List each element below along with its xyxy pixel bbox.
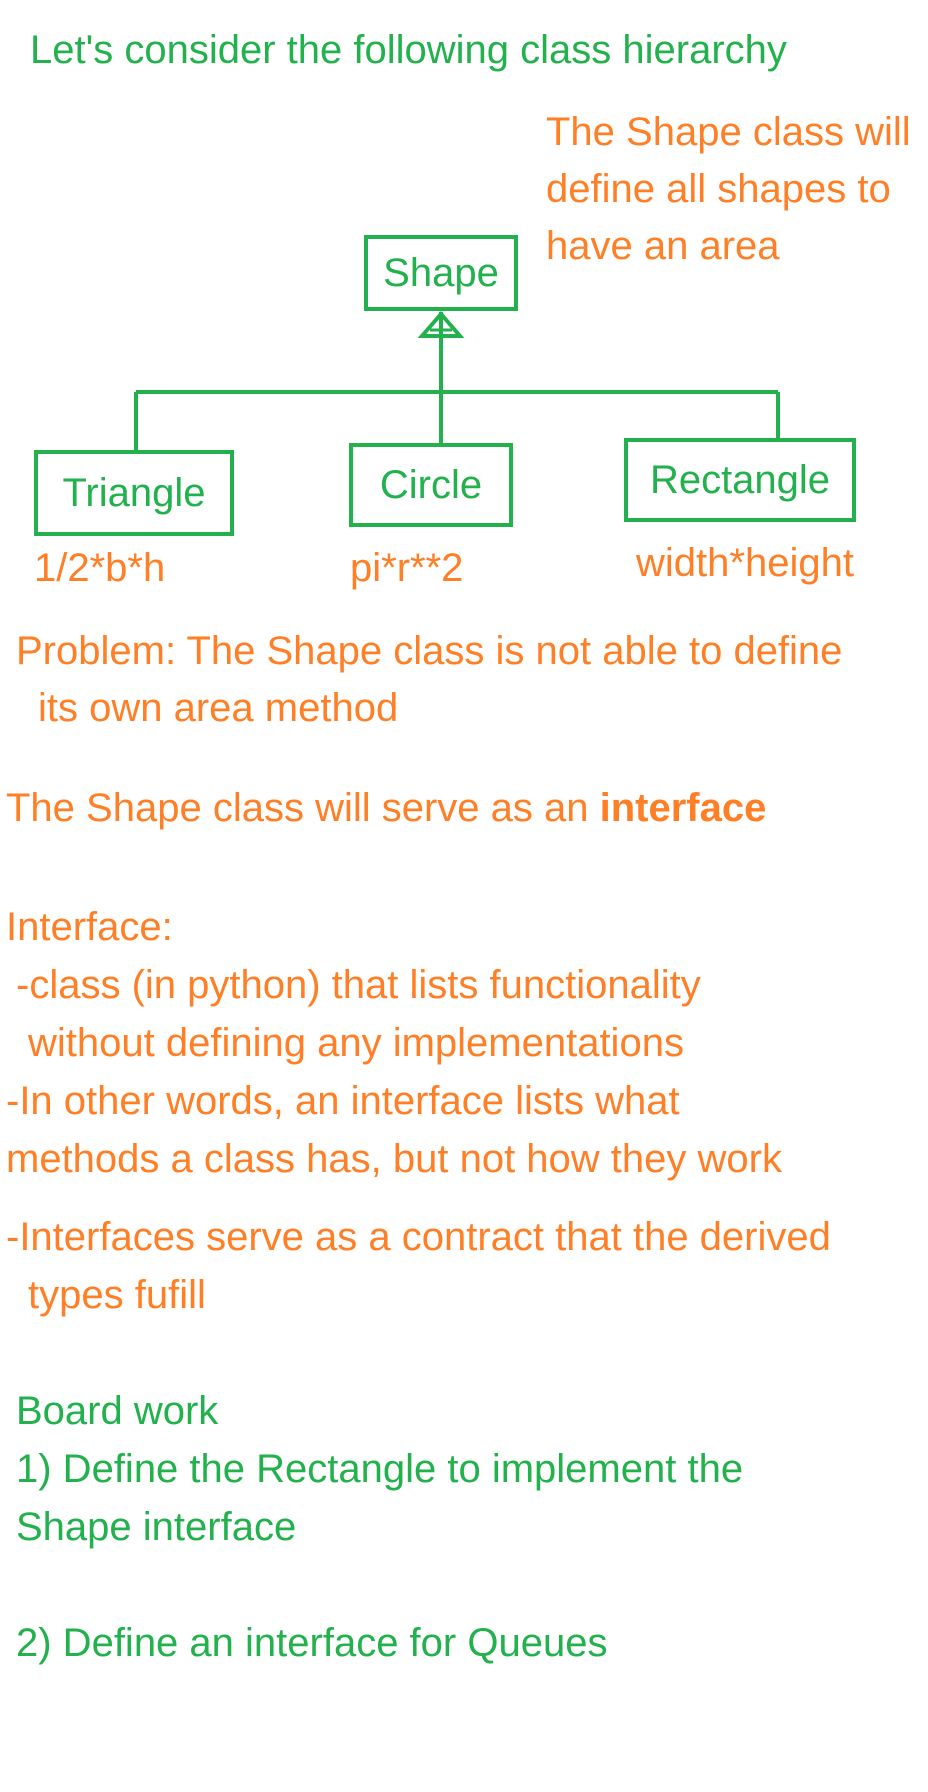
interface-title: Interface: xyxy=(6,905,173,949)
interface-line-5: -Interfaces serve as a contract that the… xyxy=(6,1215,831,1259)
interface-line-3: -In other words, an interface lists what xyxy=(6,1079,680,1123)
problem-line-1: Problem: The Shape class is not able to … xyxy=(16,629,843,673)
board-work-title: Board work xyxy=(16,1389,219,1433)
board-work-item-2: 2) Define an interface for Queues xyxy=(16,1621,608,1665)
interface-line-1: -class (in python) that lists functional… xyxy=(16,963,701,1007)
rectangle-formula: width*height xyxy=(636,541,854,585)
interface-keyword: interface xyxy=(599,786,767,830)
triangle-formula: 1/2*b*h xyxy=(34,546,166,590)
problem-line-2: its own area method xyxy=(38,686,399,730)
interface-line-6: types fufill xyxy=(28,1273,206,1317)
shape-class-box: Shape xyxy=(364,235,518,311)
board-work-item-1: 1) Define the Rectangle to implement the xyxy=(16,1447,744,1491)
interface-statement-text: The Shape class will serve as an xyxy=(6,786,600,830)
circle-class-box: Circle xyxy=(349,443,513,527)
triangle-class-box: Triangle xyxy=(34,450,234,536)
interface-line-4: methods a class has, but not how they wo… xyxy=(6,1137,782,1181)
rectangle-class-box: Rectangle xyxy=(624,438,856,522)
interface-statement: The Shape class will serve as an interfa… xyxy=(6,786,766,830)
circle-formula: pi*r**2 xyxy=(350,546,464,590)
board-work-item-1-cont: Shape interface xyxy=(16,1505,297,1549)
interface-line-2: without defining any implementations xyxy=(28,1021,684,1065)
